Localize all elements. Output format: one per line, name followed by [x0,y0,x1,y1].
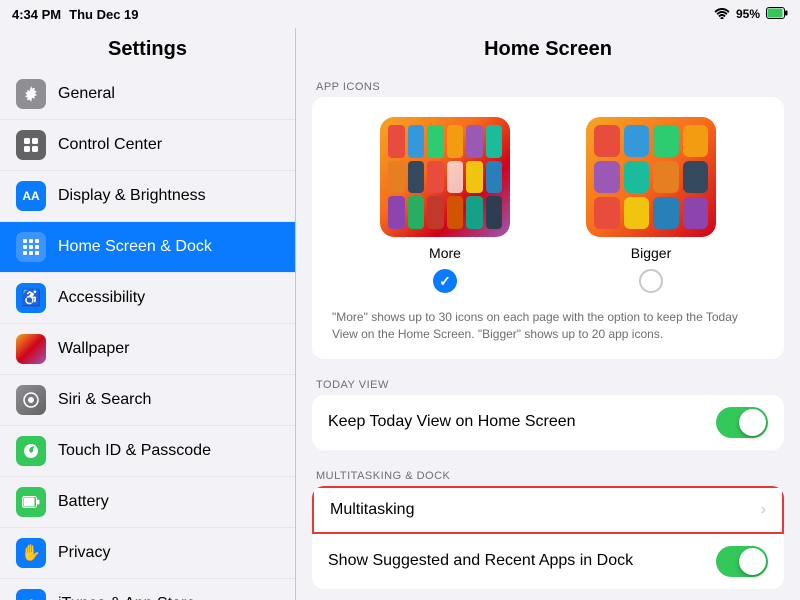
sidebar: Settings General Control Center [0,28,296,600]
keep-today-view-label: Keep Today View on Home Screen [328,413,576,431]
touch-id-icon [16,436,46,466]
sidebar-item-siri-search[interactable]: Siri & Search [0,375,295,426]
general-icon [16,79,46,109]
accessibility-icon: ♿ [16,283,46,313]
sidebar-item-battery[interactable]: Battery [0,477,295,528]
sidebar-label-accessibility: Accessibility [58,289,145,307]
icon-preview-more [380,117,510,237]
status-bar: 4:34 PM Thu Dec 19 95% [0,0,800,28]
battery-icon-sidebar [16,487,46,517]
sidebar-item-wallpaper[interactable]: Wallpaper [0,324,295,375]
sidebar-label-itunes: iTunes & App Store [58,595,195,600]
app-icons-card: More [312,97,784,359]
keep-today-view-toggle[interactable] [716,407,768,438]
multitasking-label: Multitasking [330,501,414,519]
sidebar-label-wallpaper: Wallpaper [58,340,129,358]
icons-description: "More" shows up to 30 icons on each page… [312,303,784,359]
multitasking-chevron: › [761,501,766,519]
control-center-icon [16,130,46,160]
battery-icon [766,7,788,22]
suggested-apps-toggle[interactable] [716,546,768,577]
status-time: 4:34 PM [12,7,61,22]
sidebar-label-touch-id: Touch ID & Passcode [58,442,211,460]
section-label-multitasking: MULTITASKING & DOCK [296,462,800,486]
suggested-apps-row: Show Suggested and Recent Apps in Dock [312,534,784,589]
today-view-card: Keep Today View on Home Screen [312,395,784,450]
icon-option-bigger-label: Bigger [631,245,671,261]
wifi-icon [714,7,730,22]
sidebar-item-display-brightness[interactable]: AA Display & Brightness [0,171,295,222]
home-screen-icon [16,232,46,262]
wallpaper-icon [16,334,46,364]
display-brightness-icon: AA [16,181,46,211]
sidebar-item-itunes[interactable]: A iTunes & App Store [0,579,295,600]
sidebar-label-battery: Battery [58,493,109,511]
icon-option-more-label: More [429,245,461,261]
content-title: Home Screen [296,28,800,73]
multitasking-card: Multitasking › Show Suggested and Recent… [312,486,784,589]
sidebar-item-touch-id[interactable]: Touch ID & Passcode [0,426,295,477]
sidebar-item-privacy[interactable]: ✋ Privacy [0,528,295,579]
sidebar-item-control-center[interactable]: Control Center [0,120,295,171]
multitasking-row[interactable]: Multitasking › [312,486,784,534]
privacy-icon: ✋ [16,538,46,568]
sidebar-label-general: General [58,85,115,103]
section-label-today-view: TODAY VIEW [296,371,800,395]
sidebar-label-display-brightness: Display & Brightness [58,187,206,205]
sidebar-label-home-screen: Home Screen & Dock [58,238,212,256]
status-day: Thu Dec 19 [69,7,138,22]
icon-option-bigger-radio[interactable] [639,269,663,293]
sidebar-label-siri-search: Siri & Search [58,391,151,409]
icon-size-picker: More [312,97,784,303]
keep-today-view-row: Keep Today View on Home Screen [312,395,784,450]
suggested-apps-label: Show Suggested and Recent Apps in Dock [328,552,633,570]
sidebar-item-general[interactable]: General [0,69,295,120]
sidebar-label-privacy: Privacy [58,544,110,562]
icon-option-more[interactable]: More [380,117,510,293]
section-label-app-icons: APP ICONS [296,73,800,97]
sidebar-item-home-screen[interactable]: Home Screen & Dock [0,222,295,273]
siri-icon [16,385,46,415]
sidebar-title: Settings [0,28,295,69]
icon-option-bigger[interactable]: Bigger [586,117,716,293]
content-area: Home Screen APP ICONS [296,28,800,600]
battery-percentage: 95% [736,7,760,21]
itunes-icon: A [16,589,46,600]
sidebar-item-accessibility[interactable]: ♿ Accessibility [0,273,295,324]
icon-option-more-radio[interactable] [433,269,457,293]
icon-preview-bigger [586,117,716,237]
sidebar-label-control-center: Control Center [58,136,162,154]
